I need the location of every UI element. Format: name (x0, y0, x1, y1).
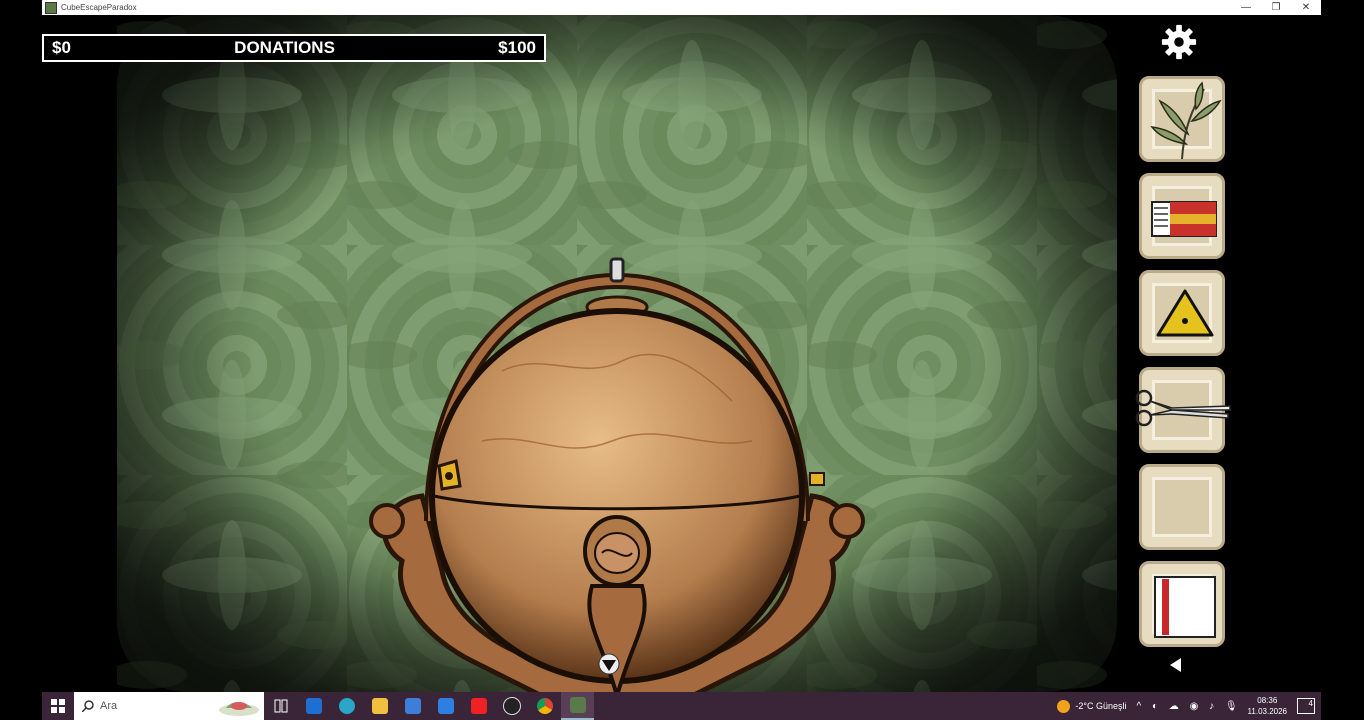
notifications-button[interactable]: 4 (1297, 698, 1315, 714)
clock-date: 11.03.2026 (1247, 707, 1287, 716)
edge-icon (338, 698, 355, 714)
donations-min: $0 (52, 38, 71, 57)
inventory-slot-3[interactable] (1139, 270, 1225, 356)
clock-time: 08:36 (1257, 696, 1278, 705)
game-viewport[interactable]: $0 DONATIONS $100 (42, 15, 1321, 692)
windows-taskbar: Ara -2°C Güneşli ^ ◐ ☁ ◉ ♪ 🎙 08:36 11.03… (42, 692, 1321, 720)
store-icon (404, 698, 421, 714)
system-tray: -2°C Güneşli ^ ◐ ☁ ◉ ♪ 🎙 08:36 11.03.202… (1057, 692, 1321, 720)
window-titlebar: CubeEscapeParadox — ❐ ✕ (42, 0, 1321, 15)
windows-logo-icon (51, 699, 65, 713)
app-dark-icon (502, 697, 521, 715)
donations-max: $100 (498, 38, 536, 57)
tray-icons[interactable]: ^ ◐ ☁ ◉ ♪ 🎙 (1137, 701, 1242, 712)
search-highlight-art-icon (219, 702, 259, 716)
red-white-card-icon (1154, 576, 1216, 638)
inventory-slot-2[interactable] (1139, 173, 1225, 259)
taskbar-app-1[interactable] (297, 692, 330, 720)
inventory-slot-5[interactable] (1139, 464, 1225, 550)
yellow-triangle-icon (1156, 289, 1214, 337)
minimize-button[interactable]: — (1231, 0, 1261, 15)
restore-button[interactable]: ❐ (1261, 0, 1291, 15)
close-button[interactable]: ✕ (1291, 0, 1321, 15)
sun-icon (1057, 699, 1071, 713)
taskbar-store[interactable] (396, 692, 429, 720)
folder-icon (371, 698, 388, 714)
taskbar-search-box[interactable]: Ara (74, 692, 264, 720)
inventory-slot-6[interactable] (1139, 561, 1225, 647)
app-blue-icon (305, 698, 322, 714)
chrome-icon (536, 698, 553, 714)
matchbox-icon (1151, 201, 1217, 237)
inventory-slot-4[interactable] (1135, 367, 1231, 453)
app-icon (45, 1, 57, 14)
task-view-button[interactable] (264, 692, 297, 720)
donations-bar: $0 DONATIONS $100 (42, 34, 546, 62)
taskbar-mail[interactable] (429, 692, 462, 720)
navigate-back-arrow-icon[interactable] (1167, 656, 1185, 674)
inventory-slot-1[interactable] (1139, 76, 1225, 162)
cube-escape-app-icon (569, 697, 586, 713)
taskbar-explorer[interactable] (363, 692, 396, 720)
window-title: CubeEscapeParadox (61, 3, 137, 12)
weather-text: -2°C Güneşli (1075, 701, 1127, 711)
weather-widget[interactable]: -2°C Güneşli (1057, 699, 1127, 713)
scissors-icon (1135, 389, 1231, 427)
task-view-icon (274, 699, 287, 713)
taskbar-chrome[interactable] (528, 692, 561, 720)
youtube-icon (470, 698, 487, 714)
donations-label: DONATIONS (234, 38, 335, 57)
taskbar-cube-escape[interactable] (561, 692, 594, 720)
taskbar-youtube[interactable] (462, 692, 495, 720)
taskbar-edge[interactable] (330, 692, 363, 720)
clock[interactable]: 08:36 11.03.2026 (1248, 695, 1287, 717)
taskbar-app-2[interactable] (495, 692, 528, 720)
settings-gear-icon[interactable] (1160, 23, 1198, 61)
start-button[interactable] (42, 692, 74, 720)
globe[interactable] (362, 241, 872, 692)
navigate-down-arrow-icon[interactable] (598, 653, 620, 675)
search-icon (82, 700, 94, 712)
mail-icon (437, 698, 454, 714)
plant-sprig-icon (1150, 81, 1222, 160)
search-placeholder: Ara (100, 700, 118, 712)
